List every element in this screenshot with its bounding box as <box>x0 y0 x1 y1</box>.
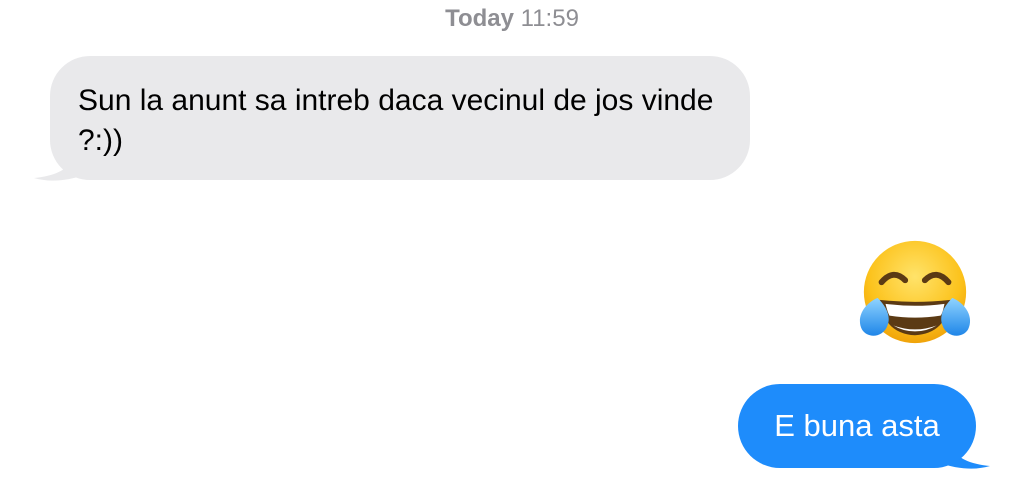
timestamp-time: 11:59 <box>520 5 579 32</box>
message-timestamp: Today 11:59 <box>0 4 1024 34</box>
timestamp-day: Today <box>445 5 514 32</box>
incoming-message-text: Sun la anunt sa intreb daca vecinul de j… <box>78 84 714 157</box>
outgoing-message-text: E buna asta <box>774 408 940 443</box>
tears-of-joy-emoji-icon[interactable] <box>856 238 974 350</box>
outgoing-message-bubble[interactable]: E buna asta <box>738 384 976 468</box>
incoming-message-bubble[interactable]: Sun la anunt sa intreb daca vecinul de j… <box>50 56 750 180</box>
